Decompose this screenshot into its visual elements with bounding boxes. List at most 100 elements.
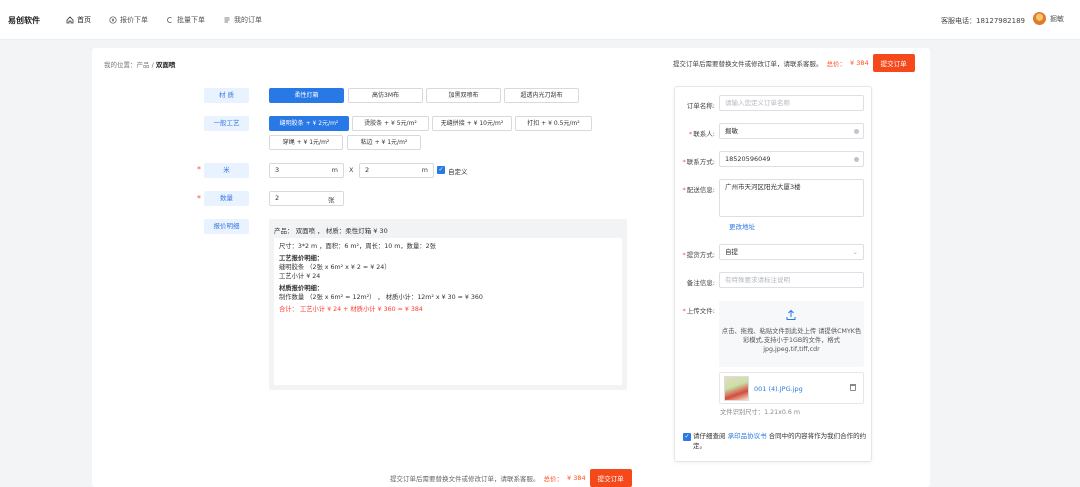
- quote-section-title: 工艺报价明细：: [279, 255, 324, 262]
- main-nav: 首页 报价下单 批量下单 我的订单: [62, 13, 266, 27]
- process-option-5[interactable]: 粘边 + ¥ 1元/m²: [347, 135, 421, 150]
- required-mark: *: [682, 307, 686, 315]
- quote-detail-panel: 产品： 双面喷 ， 材质：柔性灯箱 ¥ 30 尺寸：3*2 m ，面积：6 m²…: [269, 219, 627, 390]
- quote-head: 产品： 双面喷 ， 材质：柔性灯箱 ¥ 30: [274, 227, 388, 235]
- height-input[interactable]: 2 m: [359, 163, 434, 178]
- agreement: ✓ 请仔细查阅 承印品协议书 合同中的内容将作为我们合作的约定。: [683, 431, 868, 451]
- submit-order-button-bottom[interactable]: 提交订单: [589, 469, 632, 487]
- order-name-label: 订单名称:: [686, 102, 715, 110]
- ship-method-label-text: 提货方式:: [686, 251, 715, 259]
- submit-order-button-top[interactable]: 提交订单: [872, 54, 915, 72]
- quantity-value: 2: [275, 194, 280, 202]
- nav-batch[interactable]: 批量下单: [162, 13, 209, 27]
- quote-detail-body: 尺寸：3*2 m ，面积：6 m²，周长：10 m，数量：2张 工艺报价明细： …: [274, 238, 622, 385]
- ship-method-label: *提货方式:: [675, 249, 715, 259]
- nav-home[interactable]: 首页: [62, 13, 95, 27]
- top-total-label: 总价：: [826, 60, 847, 68]
- phone-input[interactable]: 18520596049: [719, 151, 864, 167]
- bottom-total-label: 总价：: [543, 475, 564, 483]
- quote-total: 合计： 工艺小计 ¥ 24 + 材质小计 ¥ 360 = ¥ 384: [279, 306, 423, 313]
- top-bar: 易创软件 首页 报价下单 批量下单 我的订单 客服电话：18127982189 …: [0, 0, 1080, 40]
- quote-section-title: 材质报价明细：: [279, 285, 324, 292]
- home-icon: [66, 16, 74, 24]
- contact-value: 掘敏: [725, 127, 738, 135]
- address-label-text: 配送信息:: [686, 186, 715, 194]
- contact-label-text: 联系人:: [693, 130, 715, 138]
- clear-icon[interactable]: [854, 129, 859, 134]
- upload-hint: 点击、拖拽、粘贴文件到此处上传 请提供CMYK色彩模式,支持小于1GB的文件，格…: [721, 328, 862, 353]
- breadcrumb-current: 双面喷: [155, 61, 176, 69]
- top-total-value: ¥ 384: [850, 59, 869, 67]
- quote-line: 尺寸：3*2 m ，面积：6 m²，周长：10 m，数量：2张: [279, 243, 436, 250]
- list-icon: [223, 16, 231, 24]
- order-name-input[interactable]: 请输入您定义订单名称: [719, 95, 864, 111]
- process-option-1[interactable]: 烫胶条 + ¥ 5元/m²: [352, 116, 429, 131]
- clear-icon[interactable]: [854, 157, 859, 162]
- custom-size-label: 自定义: [448, 168, 468, 176]
- process-option-3[interactable]: 打扣 + ¥ 0.5元/m²: [515, 116, 592, 131]
- phone-label-text: 联系方式:: [686, 158, 715, 166]
- quote-line: 工艺小计 ¥ 24: [279, 273, 321, 280]
- process-option-4[interactable]: 穿绳 + ¥ 1元/m²: [269, 135, 343, 150]
- address-label: *配送信息:: [675, 184, 715, 194]
- required-mark: *: [682, 186, 686, 194]
- note-label: 备注信息:: [686, 279, 715, 287]
- nav-orders[interactable]: 我的订单: [219, 13, 266, 27]
- process-option-0[interactable]: 缝明胶条 + ¥ 2元/m²: [269, 116, 349, 131]
- breadcrumb: 我的位置：产品 / 双面喷: [104, 59, 175, 69]
- service-hotline: 客服电话：18127982189: [941, 17, 1025, 25]
- bottom-actions: 提交订单后需要替换文件或修改订单，请联系客服。 总价： ¥ 384 提交订单: [390, 469, 632, 487]
- user-menu[interactable]: 掘敏: [1033, 12, 1064, 25]
- nav-batch-label: 批量下单: [177, 16, 205, 24]
- address-textarea[interactable]: 广州市天河区阳光大厦3楼: [719, 179, 864, 217]
- agreement-checkbox[interactable]: ✓: [683, 433, 691, 441]
- brand-logo[interactable]: 易创软件: [8, 15, 40, 26]
- agreement-link[interactable]: 承印品协议书: [728, 432, 767, 440]
- ship-method-select[interactable]: 自提 ⌄: [719, 244, 864, 260]
- yen-icon: [109, 16, 117, 24]
- top-notice: 提交订单后需要替换文件或修改订单，请联系客服。: [673, 60, 823, 68]
- quantity-unit: 张: [328, 196, 335, 204]
- nav-quote[interactable]: 报价下单: [105, 13, 152, 27]
- ship-method-value: 自提: [725, 248, 738, 256]
- custom-size-checkbox[interactable]: ✓: [437, 166, 445, 174]
- material-option-2[interactable]: 加黑双喷布: [426, 88, 501, 103]
- upload-dropzone[interactable]: 点击、拖拽、粘贴文件到此处上传 请提供CMYK色彩模式,支持小于1GB的文件，格…: [719, 301, 864, 367]
- process-label: 一般工艺: [204, 116, 249, 131]
- quantity-label: 数量: [204, 191, 249, 206]
- phone-label: *联系方式:: [675, 156, 715, 166]
- required-mark: *: [682, 158, 686, 166]
- upload-label: *上传文件:: [675, 305, 715, 315]
- quote-line: 缝明胶条 （2张 x 6m² x ¥ 2 = ¥ 24）: [279, 264, 391, 271]
- bottom-total-value: ¥ 384: [567, 474, 586, 482]
- quote-detail-label: 报价明细: [204, 219, 249, 234]
- process-option-2[interactable]: 无缝拼接 + ¥ 10元/m²: [432, 116, 512, 131]
- required-mark: *: [197, 194, 201, 203]
- nav-quote-label: 报价下单: [120, 16, 148, 24]
- quote-line: 制作数量 （2张 x 6m² = 12m²） ， 材质小计：12m² x ¥ 3…: [279, 294, 483, 301]
- change-address-link[interactable]: 更改地址: [729, 221, 755, 231]
- upload-icon: [785, 309, 797, 321]
- file-name[interactable]: 001 (4).JPG.jpg: [754, 385, 803, 393]
- material-option-3[interactable]: 超透内光刀刮布: [504, 88, 579, 103]
- trash-icon[interactable]: [850, 384, 856, 391]
- top-actions: 提交订单后需要替换文件或修改订单，请联系客服。 总价： ¥ 384 提交订单: [673, 54, 915, 72]
- file-thumbnail: [724, 376, 749, 401]
- height-unit: m: [421, 166, 428, 174]
- batch-icon: [166, 16, 174, 24]
- contact-input[interactable]: 掘敏: [719, 123, 864, 139]
- required-mark: *: [197, 165, 201, 174]
- agreement-prefix: 请仔细查阅: [693, 432, 726, 440]
- file-size: 文件识别尺寸：1.21x0.6 m: [720, 409, 800, 416]
- order-panel: 订单名称: 请输入您定义订单名称 *联系人: 掘敏 *联系方式: 1852059…: [674, 86, 872, 462]
- nav-orders-label: 我的订单: [234, 16, 262, 24]
- note-input[interactable]: 有特殊要求请标注说明: [719, 272, 864, 288]
- upload-label-text: 上传文件:: [686, 307, 715, 315]
- address-value: 广州市天河区阳光大厦3楼: [725, 183, 801, 191]
- height-value: 2: [365, 166, 370, 174]
- material-option-1[interactable]: 高仿3M布: [348, 88, 423, 103]
- phone-value: 18520596049: [725, 155, 771, 163]
- width-input[interactable]: 3 m: [269, 163, 344, 178]
- material-option-0[interactable]: 柔性灯箱: [269, 88, 344, 103]
- bottom-notice: 提交订单后需要替换文件或修改订单，请联系客服。: [390, 475, 540, 483]
